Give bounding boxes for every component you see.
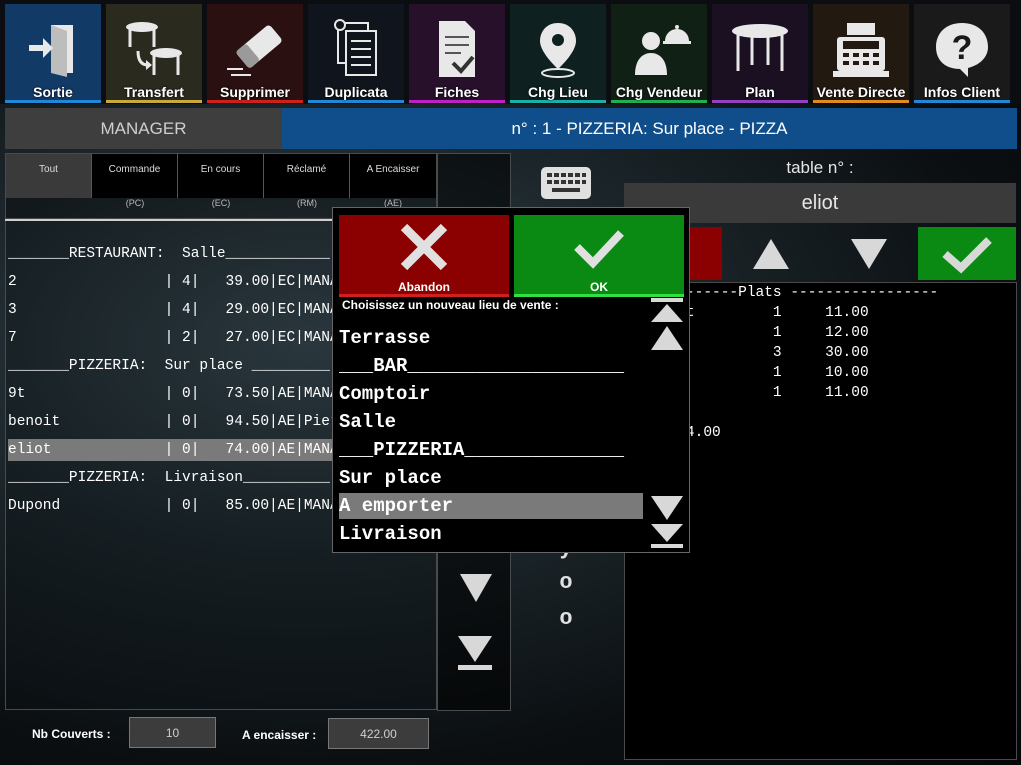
up-arrow-icon — [753, 238, 789, 269]
duplicata-button[interactable]: Duplicata — [308, 4, 404, 103]
location-option-terrasse[interactable]: Terrasse — [339, 325, 643, 351]
supprimer-label: Supprimer — [219, 84, 290, 100]
vente-directe-button[interactable]: Vente Directe — [813, 4, 909, 103]
plan-button[interactable]: Plan — [712, 4, 808, 103]
dialog-scroll-bottom-icon[interactable] — [649, 522, 685, 550]
location-option-sur-place[interactable]: Sur place — [339, 465, 643, 491]
plan-label: Plan — [745, 84, 775, 100]
tab-tout-label: Tout — [39, 164, 58, 175]
close-icon — [400, 223, 448, 271]
svg-text:?: ? — [952, 29, 973, 67]
dialog-scroll-top-icon[interactable] — [649, 296, 685, 324]
infos-client-label: Infos Client — [923, 84, 1001, 100]
checkmark-icon — [942, 236, 992, 273]
side-char: o — [559, 570, 573, 595]
change-location-dialog: Abandon OK Choisissez un nouveau lieu de… — [332, 207, 690, 553]
scroll-bottom-icon[interactable] — [456, 634, 494, 672]
chg-vendeur-label: Chg Vendeur — [615, 84, 703, 100]
move-up-button[interactable] — [722, 227, 820, 280]
dialog-prompt: Choisissez un nouveau lieu de vente : — [342, 298, 559, 312]
page-title: n° : 1 - PIZZERIA: Sur place - PIZZA — [282, 108, 1017, 149]
tab-a-encaisser-label: A Encaisser — [366, 164, 420, 175]
cash-register-icon — [829, 18, 893, 80]
location-option-salle[interactable]: Salle — [339, 409, 643, 435]
fiches-button[interactable]: Fiches — [409, 4, 505, 103]
help-icon: ? — [930, 18, 994, 80]
vente-directe-label: Vente Directe — [816, 84, 906, 100]
sortie-button[interactable]: Sortie — [5, 4, 101, 103]
current-user-label: MANAGER — [5, 108, 282, 149]
map-pin-icon — [526, 18, 590, 80]
tab-tout[interactable]: Tout — [6, 154, 92, 198]
to-collect-label: A encaisser : — [242, 728, 317, 742]
move-down-button[interactable] — [820, 227, 918, 280]
down-arrow-icon — [851, 238, 887, 269]
abandon-button[interactable]: Abandon — [339, 215, 509, 297]
chg-vendeur-button[interactable]: Chg Vendeur — [611, 4, 707, 103]
tab-reclame[interactable]: Réclamé — [264, 154, 350, 198]
checklist-icon — [425, 18, 489, 80]
exit-door-icon — [21, 18, 85, 80]
ok-button[interactable]: OK — [514, 215, 684, 297]
keyboard-icon[interactable] — [540, 166, 592, 200]
sortie-label: Sortie — [33, 84, 73, 100]
eraser-icon — [223, 18, 287, 80]
tab-reclame-label: Réclamé — [286, 164, 327, 175]
tab-commande[interactable]: Commande — [92, 154, 178, 198]
waiter-icon — [627, 18, 691, 80]
covers-label: Nb Couverts : — [32, 727, 111, 741]
table-number-label: table n° : — [786, 158, 854, 177]
checkmark-icon — [574, 230, 624, 269]
tab-a-encaisser[interactable]: A Encaisser — [350, 154, 436, 198]
table-transfer-icon — [122, 18, 186, 80]
location-group-bar: ___BAR___________________ — [339, 355, 625, 377]
duplicata-label: Duplicata — [324, 84, 388, 100]
dialog-scroll-up-icon[interactable] — [649, 324, 685, 352]
location-option-livraison[interactable]: Livraison — [339, 521, 643, 547]
document-copy-icon — [324, 18, 388, 80]
tab-commande-label: Commande — [108, 164, 161, 175]
covers-value[interactable]: 10 — [129, 717, 216, 748]
dialog-scroll-down-icon[interactable] — [649, 494, 685, 522]
supprimer-button[interactable]: Supprimer — [207, 4, 303, 103]
infos-client-button[interactable]: ? Infos Client — [914, 4, 1010, 103]
location-option-comptoir[interactable]: Comptoir — [339, 381, 643, 407]
tab-en-cours-label: En cours — [200, 164, 241, 175]
tab-commande-code: (PC) — [125, 198, 145, 208]
location-option-a-emporter[interactable]: A emporter — [339, 493, 643, 519]
abandon-label: Abandon — [398, 280, 450, 294]
transfert-button[interactable]: Transfert — [106, 4, 202, 103]
scroll-down-icon[interactable] — [458, 572, 494, 604]
validate-order-button[interactable] — [918, 227, 1016, 280]
transfert-label: Transfert — [124, 84, 184, 100]
table-plan-icon — [728, 18, 792, 80]
location-group-pizzeria: ___PIZZERIA______________ — [339, 439, 625, 461]
toolbar: Sortie Transfert Supprimer Duplicata Fic… — [0, 0, 1021, 104]
ok-label: OK — [590, 280, 608, 294]
side-char: o — [559, 606, 573, 631]
tab-en-cours[interactable]: En cours — [178, 154, 264, 198]
chg-lieu-label: Chg Lieu — [528, 84, 588, 100]
to-collect-value: 422.00 — [328, 718, 429, 749]
chg-lieu-button[interactable]: Chg Lieu — [510, 4, 606, 103]
tab-en-cours-code: (EC) — [211, 198, 231, 208]
fiches-label: Fiches — [434, 84, 480, 100]
